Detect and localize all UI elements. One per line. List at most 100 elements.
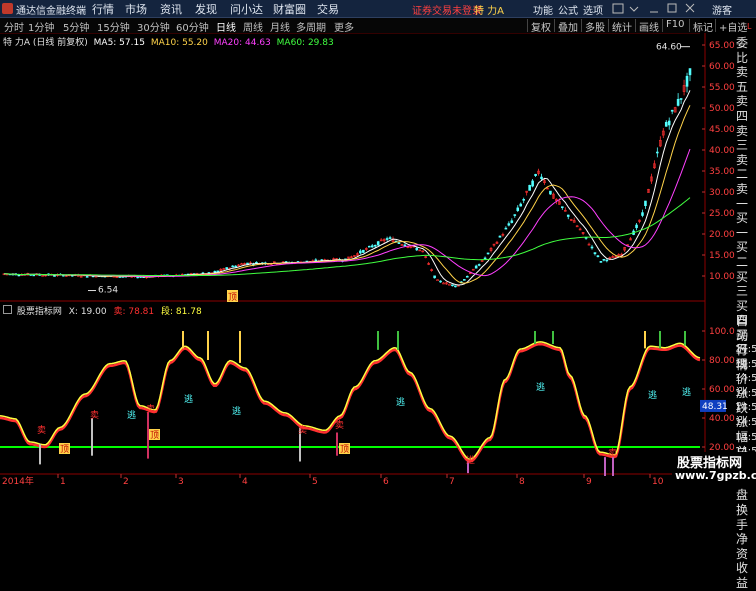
candle-body bbox=[522, 199, 525, 201]
signal-label: 逃 bbox=[396, 396, 405, 408]
xaxis-month: 10 bbox=[652, 477, 664, 487]
signal-label: 顶 bbox=[340, 444, 349, 455]
candle-body bbox=[534, 173, 537, 176]
candle-body bbox=[549, 190, 552, 195]
ma5-line bbox=[3, 90, 691, 286]
ding-marker: 顶 bbox=[228, 292, 237, 303]
candle-body bbox=[528, 184, 531, 191]
candle-body bbox=[314, 259, 318, 262]
price-axis-label: 25.00 bbox=[709, 209, 735, 219]
candle-body bbox=[605, 259, 609, 262]
xaxis-month: 8 bbox=[519, 477, 525, 487]
candle-body bbox=[373, 244, 377, 247]
price-axis-label: 35.00 bbox=[709, 167, 735, 177]
side-label: 卖四 bbox=[736, 94, 749, 123]
candle-body bbox=[240, 263, 243, 266]
candle-body bbox=[602, 258, 606, 261]
candle-body bbox=[504, 227, 508, 230]
price-axis-label: 45.00 bbox=[709, 125, 735, 135]
candle-body bbox=[41, 275, 44, 277]
tick-time: 14:56 bbox=[735, 344, 756, 355]
candle-body bbox=[213, 270, 217, 273]
tick-time: 14:56 bbox=[735, 402, 756, 414]
side-label: 卖五 bbox=[736, 65, 749, 94]
price-axis-label: 55.00 bbox=[709, 83, 735, 93]
candle-body bbox=[454, 285, 457, 288]
side-label: 收益 bbox=[736, 561, 749, 590]
side-label[interactable]: 自动 bbox=[736, 314, 756, 343]
candle-body bbox=[403, 244, 407, 247]
candle-body bbox=[486, 252, 490, 255]
signal-label: 逃 bbox=[682, 386, 691, 398]
candle-body bbox=[590, 246, 594, 249]
candle-body bbox=[667, 120, 671, 126]
candle-body bbox=[32, 274, 35, 277]
ma60-line bbox=[3, 197, 691, 277]
signal-label: 逃 bbox=[127, 409, 136, 421]
signal-label: 卖 bbox=[146, 404, 155, 415]
candlestick-series bbox=[2, 68, 692, 288]
candle-body bbox=[483, 257, 487, 260]
signal-label: 卖 bbox=[608, 448, 617, 459]
candle-body bbox=[53, 275, 56, 277]
tick-time: 14:56 bbox=[735, 358, 756, 370]
candle-body bbox=[385, 238, 389, 240]
current-value-label: 48.31 bbox=[702, 402, 728, 412]
candle-body bbox=[367, 245, 371, 248]
side-label: 换手 bbox=[736, 503, 749, 532]
side-label: 卖一 bbox=[736, 181, 749, 211]
candle-body bbox=[540, 176, 543, 180]
candle-body bbox=[474, 265, 478, 269]
candle-body bbox=[231, 265, 234, 268]
candle-body bbox=[439, 280, 442, 283]
candle-body bbox=[635, 224, 638, 229]
candle-body bbox=[685, 75, 689, 87]
indicator-axis-label: 80.00 bbox=[709, 356, 735, 366]
watermark: 股票指标网 www.7gpzb.com bbox=[672, 452, 756, 487]
price-axis-label: 20.00 bbox=[709, 230, 735, 240]
candle-body bbox=[644, 200, 647, 207]
candle-body bbox=[442, 282, 445, 285]
signal-label: 顶 bbox=[150, 430, 159, 441]
price-axis-label: 65.00 bbox=[709, 41, 735, 51]
candle-body bbox=[397, 242, 401, 245]
candle-body bbox=[136, 276, 139, 279]
candle-body bbox=[216, 270, 220, 273]
side-marker: L bbox=[747, 22, 752, 31]
price-axis-label: 50.00 bbox=[709, 104, 735, 114]
candle-body bbox=[513, 214, 517, 216]
xaxis-month: 5 bbox=[312, 477, 318, 487]
signal-label: 卖 bbox=[335, 420, 344, 431]
tick-time: 14:56 bbox=[735, 431, 756, 443]
moving-average-lines bbox=[3, 90, 691, 286]
price-axis-label: 10.00 bbox=[709, 272, 735, 282]
side-label: 卖二 bbox=[736, 152, 749, 182]
tick-times: 14:56 14:56 14:56 14:56 14:56 14:56 14:5… bbox=[735, 343, 756, 460]
candle-body bbox=[376, 241, 380, 246]
side-label: 买二 bbox=[736, 240, 749, 269]
min-price-label: 6.54 bbox=[98, 286, 118, 296]
side-label: 买一 bbox=[736, 211, 749, 240]
max-price-label: 64.60 bbox=[656, 43, 682, 53]
signal-label: 进 bbox=[466, 455, 475, 466]
candle-body bbox=[531, 180, 534, 187]
candle-body bbox=[593, 252, 597, 255]
side-label: 买三 bbox=[736, 269, 749, 299]
xaxis-month: 2 bbox=[123, 477, 129, 487]
signal-label: 卖 bbox=[37, 425, 46, 436]
candle-body bbox=[370, 245, 374, 248]
candle-body bbox=[676, 98, 680, 106]
candle-body bbox=[234, 265, 237, 268]
candle-body bbox=[561, 206, 564, 208]
indicator-axis-label: 40.00 bbox=[709, 414, 735, 424]
side-label: 净资 bbox=[736, 532, 749, 561]
candle-body bbox=[436, 279, 439, 282]
candle-body bbox=[359, 250, 362, 254]
candle-body bbox=[388, 237, 392, 239]
price-axis-label: 60.00 bbox=[709, 62, 735, 72]
xaxis-month: 4 bbox=[242, 477, 248, 487]
candle-body bbox=[670, 109, 674, 112]
chart-canvas[interactable]: 卖顶卖 逃卖顶逃逃卖 卖顶逃进逃卖逃逃 65.0060.0055.0050.0045… bbox=[0, 0, 736, 487]
candle-body bbox=[507, 223, 511, 226]
signal-label: 逃 bbox=[232, 405, 241, 417]
